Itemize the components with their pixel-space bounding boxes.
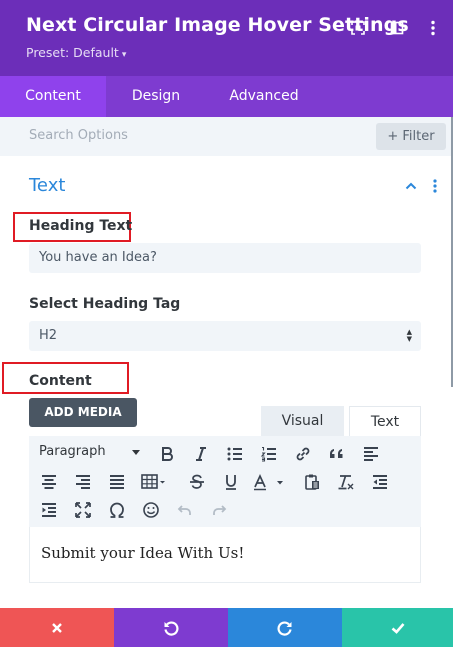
italic-icon[interactable]: [190, 443, 212, 465]
emoji-icon[interactable]: [140, 499, 162, 521]
fullscreen-icon[interactable]: [72, 499, 94, 521]
caret-down-icon: ▾: [121, 50, 127, 60]
heading-tag-value: H2: [39, 328, 58, 343]
tab-advanced[interactable]: Advanced: [206, 76, 322, 117]
clear-formatting-icon[interactable]: [335, 471, 357, 493]
strikethrough-icon[interactable]: [186, 471, 208, 493]
tab-design[interactable]: Design: [106, 76, 206, 117]
align-center-icon[interactable]: [38, 471, 60, 493]
link-icon[interactable]: [292, 443, 314, 465]
save-button[interactable]: [342, 608, 453, 647]
screenshot-focus-icon[interactable]: [349, 19, 367, 37]
outdent-icon[interactable]: [369, 471, 391, 493]
paragraph-format-select[interactable]: Paragraph: [39, 444, 106, 459]
undo-button[interactable]: [114, 608, 228, 647]
paste-text-icon[interactable]: [301, 471, 323, 493]
chevron-up-icon[interactable]: [404, 178, 418, 192]
align-justify-icon[interactable]: [106, 471, 128, 493]
preset-label: Preset: Default: [26, 45, 119, 60]
content-editor[interactable]: Submit your Idea With Us!: [29, 527, 421, 583]
tab-visual[interactable]: Visual: [261, 406, 344, 437]
settings-header: Next Circular Image Hover Settings Prese…: [0, 0, 453, 76]
settings-tabs: Content Design Advanced: [0, 76, 453, 117]
align-right-icon[interactable]: [72, 471, 94, 493]
editor-toolbar: Paragraph: [29, 436, 421, 527]
add-media-button[interactable]: ADD MEDIA: [29, 398, 137, 427]
tab-content[interactable]: Content: [0, 76, 106, 117]
undo-icon[interactable]: [174, 499, 196, 521]
checkmark-icon: [391, 622, 404, 634]
heading-tag-select[interactable]: H2 ▲ ▼: [29, 321, 421, 351]
section-title[interactable]: Text: [29, 175, 65, 196]
bold-icon[interactable]: [156, 443, 178, 465]
heading-text-input[interactable]: You have an Idea?: [29, 243, 421, 273]
text-color-icon[interactable]: [251, 471, 287, 493]
align-left-icon[interactable]: [360, 443, 382, 465]
heading-tag-label: Select Heading Tag: [29, 296, 181, 312]
search-input[interactable]: Search Options: [29, 128, 128, 143]
underline-icon[interactable]: [220, 471, 242, 493]
discard-button[interactable]: [0, 608, 114, 647]
caret-down-icon[interactable]: [132, 450, 140, 455]
sidebar-split-icon[interactable]: [388, 19, 406, 37]
filter-button[interactable]: + Filter: [376, 123, 446, 150]
blockquote-icon[interactable]: [326, 443, 348, 465]
numbered-list-icon[interactable]: [258, 443, 280, 465]
redo-button[interactable]: [228, 608, 342, 647]
preset-dropdown[interactable]: Preset: Default ▾: [26, 45, 126, 60]
select-arrows-icon: ▲ ▼: [406, 328, 412, 343]
footer-actions: [0, 608, 453, 647]
search-bar: Search Options + Filter: [0, 117, 453, 156]
section-menu-icon[interactable]: [430, 178, 440, 194]
undo-icon: [164, 621, 179, 636]
redo-icon: [277, 621, 292, 636]
redo-icon[interactable]: [208, 499, 230, 521]
editor-content-text[interactable]: Submit your Idea With Us!: [41, 544, 244, 562]
content-label: Content: [29, 373, 92, 389]
close-icon: [52, 622, 62, 633]
special-character-icon[interactable]: [106, 499, 128, 521]
more-vertical-icon[interactable]: [424, 19, 442, 37]
bullet-list-icon[interactable]: [224, 443, 246, 465]
tab-text[interactable]: Text: [349, 406, 421, 437]
table-icon[interactable]: [139, 471, 169, 493]
heading-text-label: Heading Text: [29, 218, 133, 234]
indent-icon[interactable]: [38, 499, 60, 521]
